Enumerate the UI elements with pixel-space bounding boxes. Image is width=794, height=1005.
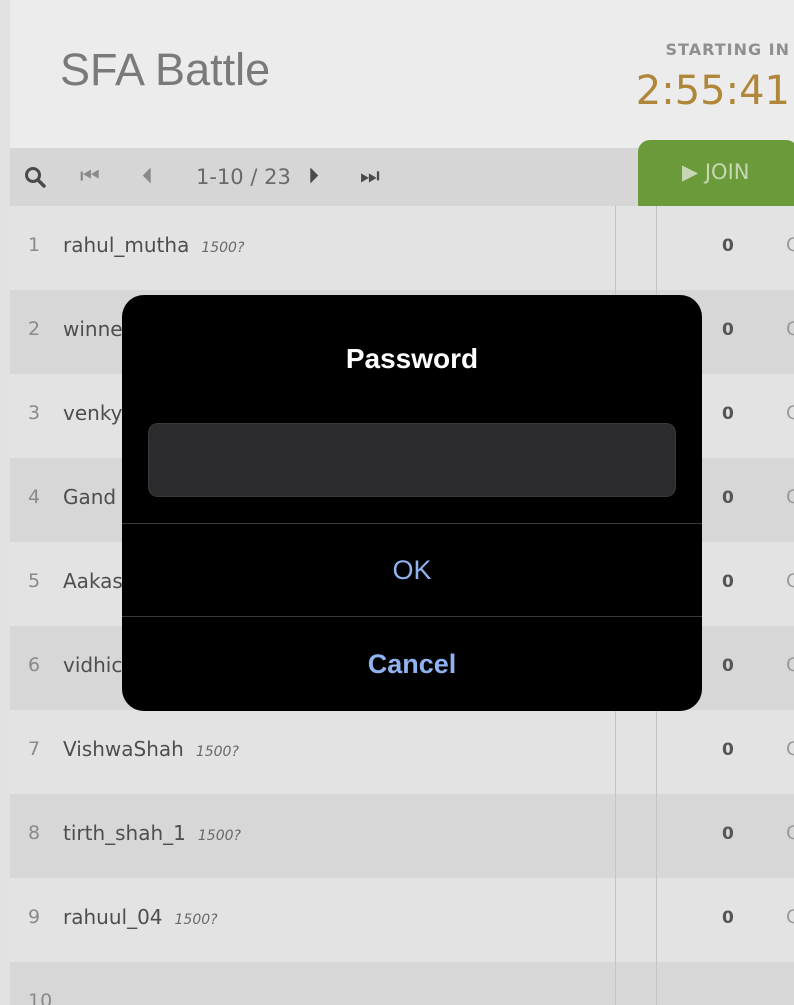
player-rating: 1500? — [174, 912, 218, 928]
password-dialog: Password OK Cancel — [122, 295, 702, 711]
column-divider — [656, 794, 657, 878]
tournament-page: SFA Battle STARTING IN 2:55:41 ⏮ ⏴ 1-10 … — [0, 0, 794, 1005]
next-column-value: C — [786, 738, 794, 760]
page-range: 1-10 / 23 — [196, 165, 291, 189]
last-page-icon[interactable]: ⏭ — [360, 148, 380, 206]
score: 0 — [722, 488, 734, 508]
player-name[interactable]: rahuul_04 1500? — [63, 905, 218, 929]
table-row[interactable]: 10 — [10, 962, 794, 1005]
rank: 4 — [28, 486, 41, 508]
next-column-value: C — [786, 654, 794, 676]
player-username[interactable]: venky — [63, 401, 123, 425]
player-name[interactable]: VishwaShah 1500? — [63, 737, 239, 761]
column-divider — [615, 710, 616, 794]
score: 0 — [722, 572, 734, 592]
next-page-icon[interactable]: ⏵ — [308, 148, 319, 206]
table-row[interactable]: 7 VishwaShah 1500? 0 C — [10, 710, 794, 794]
header: SFA Battle STARTING IN 2:55:41 — [10, 0, 794, 148]
column-divider — [615, 794, 616, 878]
player-username[interactable]: Gand — [63, 485, 116, 509]
player-username[interactable]: winne — [63, 317, 123, 341]
next-column-value: C — [786, 486, 794, 508]
player-rating: 1500? — [197, 828, 241, 844]
player-username[interactable]: rahul_mutha — [63, 233, 189, 257]
next-column-value: C — [786, 570, 794, 592]
password-input[interactable] — [148, 423, 676, 497]
player-rating: 1500? — [195, 744, 239, 760]
next-column-value: C — [786, 234, 794, 256]
column-divider — [615, 962, 616, 1005]
ok-button[interactable]: OK — [122, 524, 702, 616]
rank: 10 — [28, 990, 53, 1005]
prev-page-icon[interactable]: ⏴ — [142, 148, 153, 206]
score: 0 — [722, 908, 734, 928]
rank: 5 — [28, 570, 41, 592]
player-name[interactable]: tirth_shah_1 1500? — [63, 821, 241, 845]
score: 0 — [722, 236, 734, 256]
column-divider — [656, 962, 657, 1005]
next-column-value: C — [786, 318, 794, 340]
page-title: SFA Battle — [60, 44, 271, 95]
score: 0 — [722, 824, 734, 844]
next-column-value: C — [786, 822, 794, 844]
player-username[interactable]: rahuul_04 — [63, 905, 163, 929]
join-button[interactable]: ▶ JOIN — [638, 140, 794, 216]
rank: 6 — [28, 654, 41, 676]
column-divider — [656, 710, 657, 794]
join-label: JOIN — [704, 160, 750, 184]
player-username[interactable]: vidhic — [63, 653, 122, 677]
player-name[interactable]: rahul_mutha 1500? — [63, 233, 244, 257]
player-username[interactable]: VishwaShah — [63, 737, 184, 761]
pagination-toolbar: ⏮ ⏴ 1-10 / 23 ⏵ ⏭ — [10, 148, 640, 209]
table-row[interactable]: 9 rahuul_04 1500? 0 C — [10, 878, 794, 962]
starting-in-label: STARTING IN — [665, 40, 790, 59]
cancel-button[interactable]: Cancel — [122, 617, 702, 711]
score: 0 — [722, 320, 734, 340]
column-divider — [615, 878, 616, 962]
player-name[interactable]: Gand — [63, 485, 128, 509]
player-username[interactable]: Aakas — [63, 569, 123, 593]
score: 0 — [722, 656, 734, 676]
column-divider — [615, 206, 616, 290]
play-icon: ▶ — [682, 160, 699, 184]
rank: 7 — [28, 738, 41, 760]
dialog-title: Password — [345, 343, 479, 374]
next-column-value: C — [786, 906, 794, 928]
score: 0 — [722, 740, 734, 760]
rank: 9 — [28, 906, 41, 928]
rank: 2 — [28, 318, 41, 340]
rank: 8 — [28, 822, 41, 844]
score: 0 — [722, 404, 734, 424]
search-icon[interactable] — [24, 166, 46, 188]
rank: 3 — [28, 402, 41, 424]
player-name[interactable] — [63, 989, 75, 1005]
table-row[interactable]: 1 rahul_mutha 1500? 0 C — [10, 206, 794, 290]
rank: 1 — [28, 234, 41, 256]
player-rating: 1500? — [201, 240, 245, 256]
first-page-icon[interactable]: ⏮ — [80, 148, 100, 206]
column-divider — [656, 878, 657, 962]
countdown-timer: 2:55:41 — [635, 68, 790, 114]
column-divider — [656, 206, 657, 290]
table-row[interactable]: 8 tirth_shah_1 1500? 0 C — [10, 794, 794, 878]
next-column-value: C — [786, 402, 794, 424]
player-username[interactable]: tirth_shah_1 — [63, 821, 186, 845]
